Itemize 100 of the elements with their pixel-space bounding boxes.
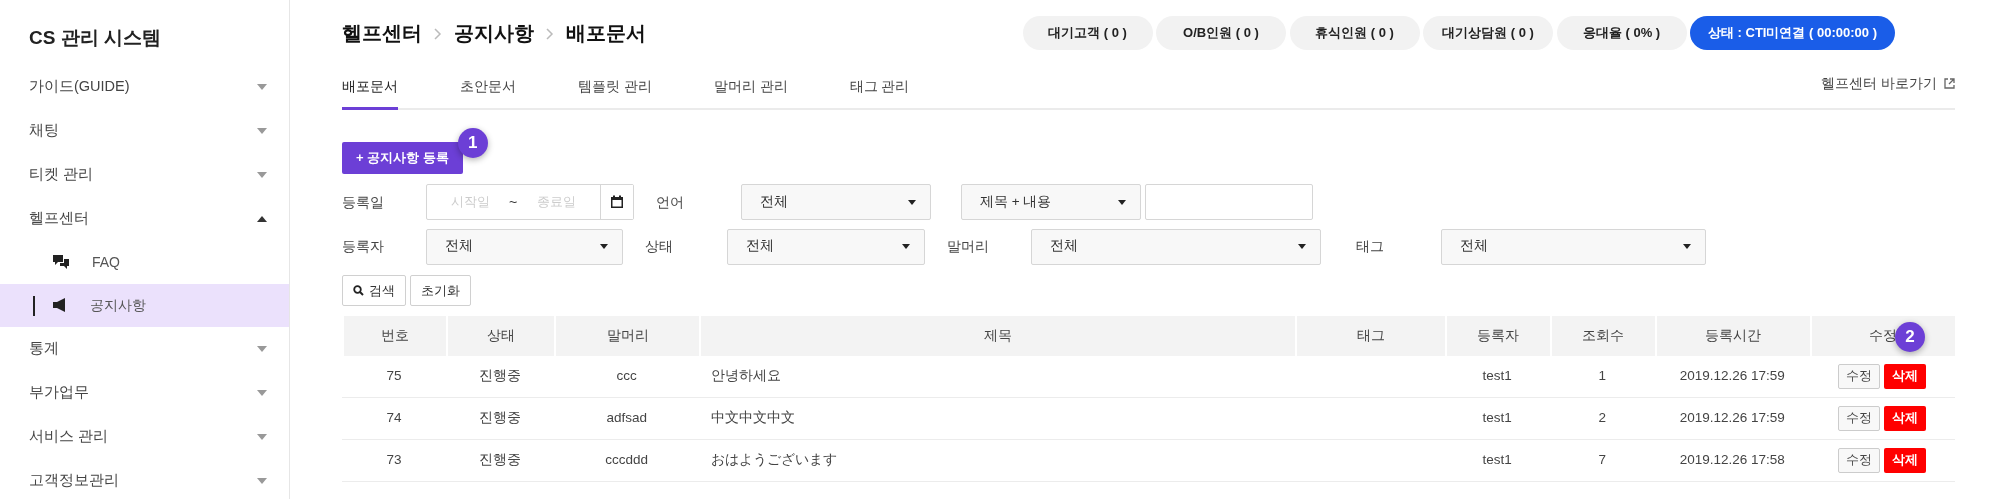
status-pill[interactable]: 대기상담원 ( 0 ) — [1423, 16, 1553, 50]
filter-label: 태그 — [1356, 237, 1385, 256]
table-cell: cccddd — [554, 440, 700, 482]
table-cell: 74 — [342, 398, 447, 440]
breadcrumb-item[interactable]: 공지사항 — [454, 18, 534, 48]
table-cell: 2 — [1549, 398, 1655, 440]
status-pill[interactable]: 대기고객 ( 0 ) — [1022, 16, 1153, 50]
dropdown-caret-icon — [1683, 244, 1691, 249]
delete-button[interactable]: 삭제 — [1884, 448, 1927, 473]
table-cell: 진행중 — [446, 356, 555, 398]
megaphone-icon — [52, 298, 68, 312]
table-cell[interactable]: 안녕하세요 — [699, 356, 1295, 398]
edit-button[interactable]: 수정 — [1838, 406, 1881, 431]
table-cell: test1 — [1444, 440, 1550, 482]
table-cell: test1 — [1444, 398, 1550, 440]
dropdown-caret-icon — [1298, 244, 1306, 249]
status-pill[interactable]: 휴식인원 ( 0 ) — [1289, 16, 1420, 50]
dropdown-field[interactable]: 제목 + 내용 — [961, 184, 1141, 220]
tab[interactable]: 초안문서 — [460, 76, 516, 110]
tab[interactable]: 템플릿 관리 — [578, 76, 652, 110]
column-header: 등록시간 — [1705, 327, 1762, 343]
column-header: 조회수 — [1582, 327, 1625, 343]
status-pill[interactable]: 상태 : CTI미연결 ( 00:00:00 ) — [1690, 16, 1895, 50]
expand-caret-icon — [257, 433, 267, 440]
sidebar-item[interactable]: 가이드(GUIDE) — [0, 64, 289, 109]
column-header: 등록자 — [1477, 327, 1520, 343]
step-number-badge: 1 — [457, 128, 488, 158]
table-cell: 진행중 — [446, 398, 555, 440]
column-header: 말머리 — [606, 327, 649, 343]
column-header: 번호 — [381, 327, 410, 343]
sidebar-item[interactable]: 부가업무 — [0, 370, 289, 415]
dropdown-caret-icon — [600, 244, 608, 249]
breadcrumb-item: 배포문서 — [566, 21, 646, 46]
table-cell: 1 — [1549, 356, 1655, 398]
filter-label: 언어 — [656, 192, 685, 212]
sidebar-item[interactable]: 헬프센터 — [0, 196, 289, 241]
tab[interactable]: 배포문서 — [342, 76, 398, 110]
external-link-icon — [1944, 78, 1955, 90]
filter-label: 등록일 — [342, 192, 385, 212]
dropdown-caret-icon — [902, 244, 910, 249]
keyword-field[interactable] — [1145, 184, 1313, 220]
table-cell: 2019.12.26 17:59 — [1654, 356, 1810, 398]
table-cell: 7 — [1549, 440, 1655, 482]
dropdown-caret-icon — [1118, 199, 1126, 205]
sidebar-item[interactable]: 고객정보관리 — [0, 458, 289, 499]
dropdown-field[interactable]: 전체 — [426, 228, 623, 265]
status-pill[interactable]: O/B인원 ( 0 ) — [1156, 16, 1286, 50]
calendar-icon — [610, 195, 624, 209]
range-separator: ~ — [509, 192, 518, 212]
table-cell: 73 — [342, 440, 447, 482]
register-notice-button[interactable]: + 공지사항 등록 — [342, 142, 463, 174]
sidebar-subitem[interactable]: FAQ — [0, 240, 289, 284]
table-cell: 진행중 — [446, 440, 555, 482]
dropdown-caret-icon — [908, 199, 916, 205]
table-cell[interactable]: 中文中文中文 — [699, 398, 1295, 440]
filter-label: 말머리 — [947, 237, 990, 256]
sidebar-title: CS 관리 시스템 — [28, 26, 162, 50]
tab[interactable]: 태그 관리 — [849, 76, 910, 110]
expand-caret-icon — [257, 171, 267, 178]
table-cell: 2019.12.26 17:59 — [1654, 398, 1810, 440]
expand-caret-icon — [257, 83, 267, 90]
edit-button[interactable]: 수정 — [1838, 448, 1881, 473]
search-icon — [353, 285, 364, 296]
dropdown-field[interactable]: 전체 — [741, 184, 931, 220]
expand-caret-icon — [257, 127, 267, 134]
column-header: 상태 — [487, 327, 516, 343]
dropdown-field[interactable]: 전체 — [1031, 228, 1321, 265]
sidebar-subitem[interactable]: 공지사항 — [0, 283, 289, 327]
table-cell: ccc — [554, 356, 700, 398]
chat-bubbles-icon — [52, 254, 70, 270]
sidebar-item[interactable]: 티켓 관리 — [0, 152, 289, 197]
expand-caret-icon — [257, 345, 267, 352]
column-header: 태그 — [1356, 327, 1385, 343]
expand-caret-icon — [257, 389, 267, 396]
table-cell: 75 — [342, 356, 447, 398]
help-center-link[interactable]: 헬프센터 바로가기 — [1821, 73, 1937, 94]
table-cell: adfsad — [554, 398, 700, 440]
reset-button[interactable]: 초기화 — [409, 275, 471, 306]
edit-button[interactable]: 수정 — [1838, 364, 1881, 389]
table-cell: test1 — [1444, 356, 1550, 398]
delete-button[interactable]: 삭제 — [1884, 406, 1927, 431]
collapse-caret-icon — [257, 215, 267, 222]
dropdown-field[interactable]: 전체 — [727, 228, 925, 265]
sidebar-item[interactable]: 통계 — [0, 326, 289, 371]
tab[interactable]: 말머리 관리 — [713, 76, 788, 110]
sidebar-item[interactable]: 서비스 관리 — [0, 414, 289, 459]
search-button[interactable]: 검색 — [342, 275, 406, 306]
sidebar-item[interactable]: 채팅 — [0, 108, 289, 153]
calendar-button[interactable] — [600, 185, 633, 219]
delete-button[interactable]: 삭제 — [1884, 364, 1927, 389]
expand-caret-icon — [257, 477, 267, 484]
filter-label: 상태 — [645, 237, 674, 256]
step-number-badge: 2 — [1895, 322, 1925, 352]
status-pill[interactable]: 응대율 ( 0% ) — [1556, 16, 1687, 50]
filter-label: 등록자 — [342, 237, 385, 256]
table-cell[interactable]: おはようございます — [699, 440, 1295, 482]
dropdown-field[interactable]: 전체 — [1441, 228, 1706, 265]
column-header: 제목 — [983, 327, 1012, 343]
table-cell: 2019.12.26 17:58 — [1654, 440, 1810, 482]
breadcrumb-item[interactable]: 헬프센터 — [342, 18, 422, 48]
